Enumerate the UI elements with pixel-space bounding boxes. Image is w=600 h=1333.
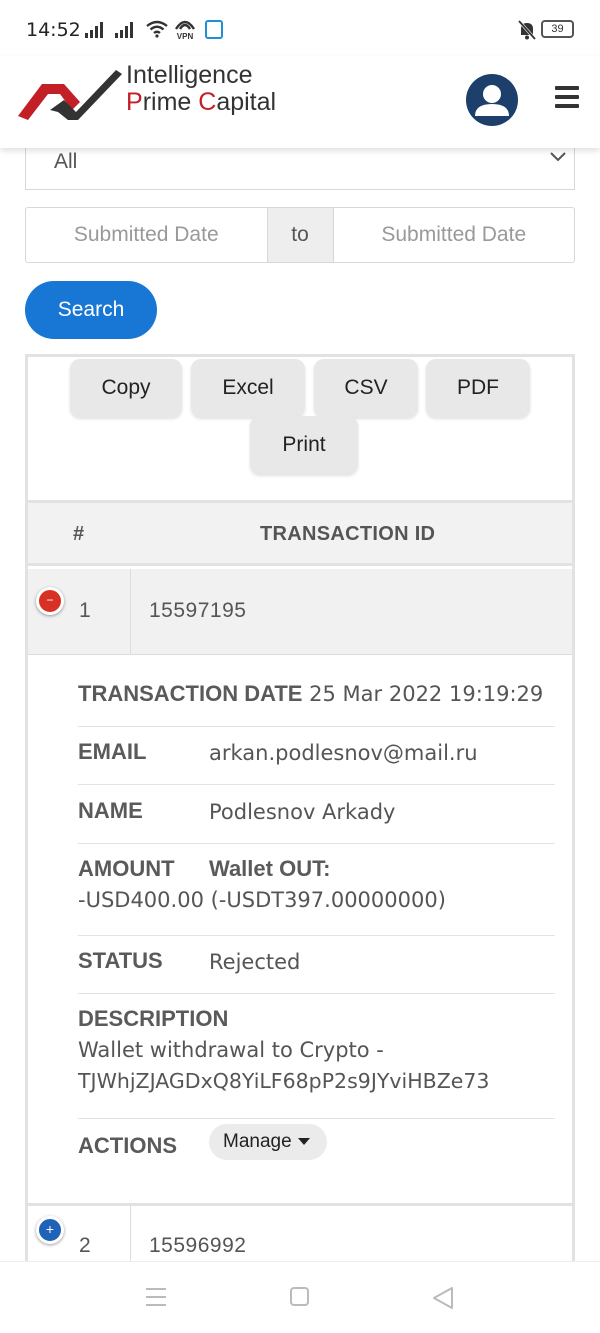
battery-icon: 39 xyxy=(541,20,574,38)
logo-text: Intelligence Prime Capital xyxy=(126,62,276,116)
logo-line1: Intelligence xyxy=(126,61,253,89)
copy-button[interactable]: Copy xyxy=(70,359,182,417)
description-line1: Wallet withdrawal to Crypto - xyxy=(78,1038,384,1062)
date-range-separator: to xyxy=(266,208,334,262)
collapse-row-icon[interactable]: − xyxy=(36,587,64,615)
row-number: 1 xyxy=(79,599,91,622)
column-header-number[interactable]: # xyxy=(73,523,84,546)
vpn-icon: VPN xyxy=(174,18,196,41)
transaction-date-label: TRANSACTION DATE xyxy=(78,681,303,706)
app-header: Intelligence Prime Capital xyxy=(0,56,600,148)
home-icon[interactable] xyxy=(290,1287,309,1306)
excel-button[interactable]: Excel xyxy=(191,359,305,417)
row-divider xyxy=(130,569,131,654)
battery-level: 39 xyxy=(551,23,564,35)
date-range-group: Submitted Date to Submitted Date xyxy=(25,207,575,263)
detail-description: DESCRIPTION Wallet withdrawal to Crypto … xyxy=(78,1006,555,1119)
user-avatar-button[interactable] xyxy=(466,74,518,126)
detail-email: EMAIL arkan.podlesnov@mail.ru xyxy=(78,739,555,785)
wifi-icon xyxy=(146,20,168,38)
email-label: EMAIL xyxy=(78,739,147,764)
expand-row-icon[interactable]: + xyxy=(36,1216,64,1244)
logo-mark-icon[interactable] xyxy=(18,62,122,124)
status-time: 14:52 xyxy=(26,19,81,41)
shield-icon xyxy=(205,20,223,39)
detail-transaction-date: TRANSACTION DATE 25 Mar 2022 19:19:29 xyxy=(78,681,555,727)
row-transaction-id: 15596992 xyxy=(149,1234,247,1257)
manage-label: Manage xyxy=(223,1131,292,1152)
status-label: STATUS xyxy=(78,948,163,973)
amount-value: -USD400.00 (-USDT397.00000000) xyxy=(78,888,446,912)
status-value: Rejected xyxy=(209,950,301,974)
manage-dropdown-button[interactable]: Manage xyxy=(209,1124,327,1160)
amount-label: AMOUNT xyxy=(78,856,175,881)
table-header: # TRANSACTION ID xyxy=(28,500,572,566)
date-from-input[interactable]: Submitted Date xyxy=(26,208,267,262)
table-row[interactable]: − 1 15597195 xyxy=(28,569,572,655)
logo-line2: Prime Capital xyxy=(126,88,277,116)
detail-name: NAME Podlesnov Arkady xyxy=(78,798,555,844)
transactions-table-panel: Copy Excel CSV PDF Print # TRANSACTION I… xyxy=(25,354,575,1323)
system-nav-bar xyxy=(0,1261,600,1333)
status-bar: 14:52 VPN 39 xyxy=(0,0,600,56)
pdf-button[interactable]: PDF xyxy=(426,359,530,417)
search-button[interactable]: Search xyxy=(25,281,157,339)
chevron-down-icon xyxy=(550,152,566,162)
status-filter-value: All xyxy=(54,150,78,173)
description-line2: TJWhjZJAGDxQ8YiLF68pP2s9JYviHBZe73 xyxy=(78,1069,490,1093)
amount-type: Wallet OUT: xyxy=(209,856,331,881)
detail-amount: AMOUNT Wallet OUT: -USD400.00 (-USDT397.… xyxy=(78,856,555,936)
detail-status: STATUS Rejected xyxy=(78,948,555,994)
date-to-input[interactable]: Submitted Date xyxy=(334,208,575,262)
row-transaction-id: 15597195 xyxy=(149,599,247,622)
csv-button[interactable]: CSV xyxy=(314,359,418,417)
hamburger-menu-icon[interactable] xyxy=(555,86,579,113)
recent-apps-icon[interactable] xyxy=(146,1288,166,1312)
name-value: Podlesnov Arkady xyxy=(209,800,396,824)
back-icon[interactable] xyxy=(432,1286,454,1310)
vpn-label: VPN xyxy=(176,32,194,41)
bell-off-icon xyxy=(518,20,536,40)
column-header-transaction-id[interactable]: TRANSACTION ID xyxy=(260,523,435,546)
signal-icon xyxy=(115,22,133,38)
signal-icon xyxy=(85,22,103,38)
print-button[interactable]: Print xyxy=(250,416,358,474)
user-icon xyxy=(475,85,509,116)
row-detail-panel: TRANSACTION DATE 25 Mar 2022 19:19:29 EM… xyxy=(28,655,572,1205)
transaction-date-value: 25 Mar 2022 19:19:29 xyxy=(309,682,544,706)
row-number: 2 xyxy=(79,1234,91,1257)
detail-actions: ACTIONS Manage xyxy=(78,1124,555,1173)
name-label: NAME xyxy=(78,798,143,823)
description-label: DESCRIPTION xyxy=(78,1006,229,1031)
actions-label: ACTIONS xyxy=(78,1133,177,1158)
caret-down-icon xyxy=(297,1138,310,1146)
email-value: arkan.podlesnov@mail.ru xyxy=(209,741,478,765)
